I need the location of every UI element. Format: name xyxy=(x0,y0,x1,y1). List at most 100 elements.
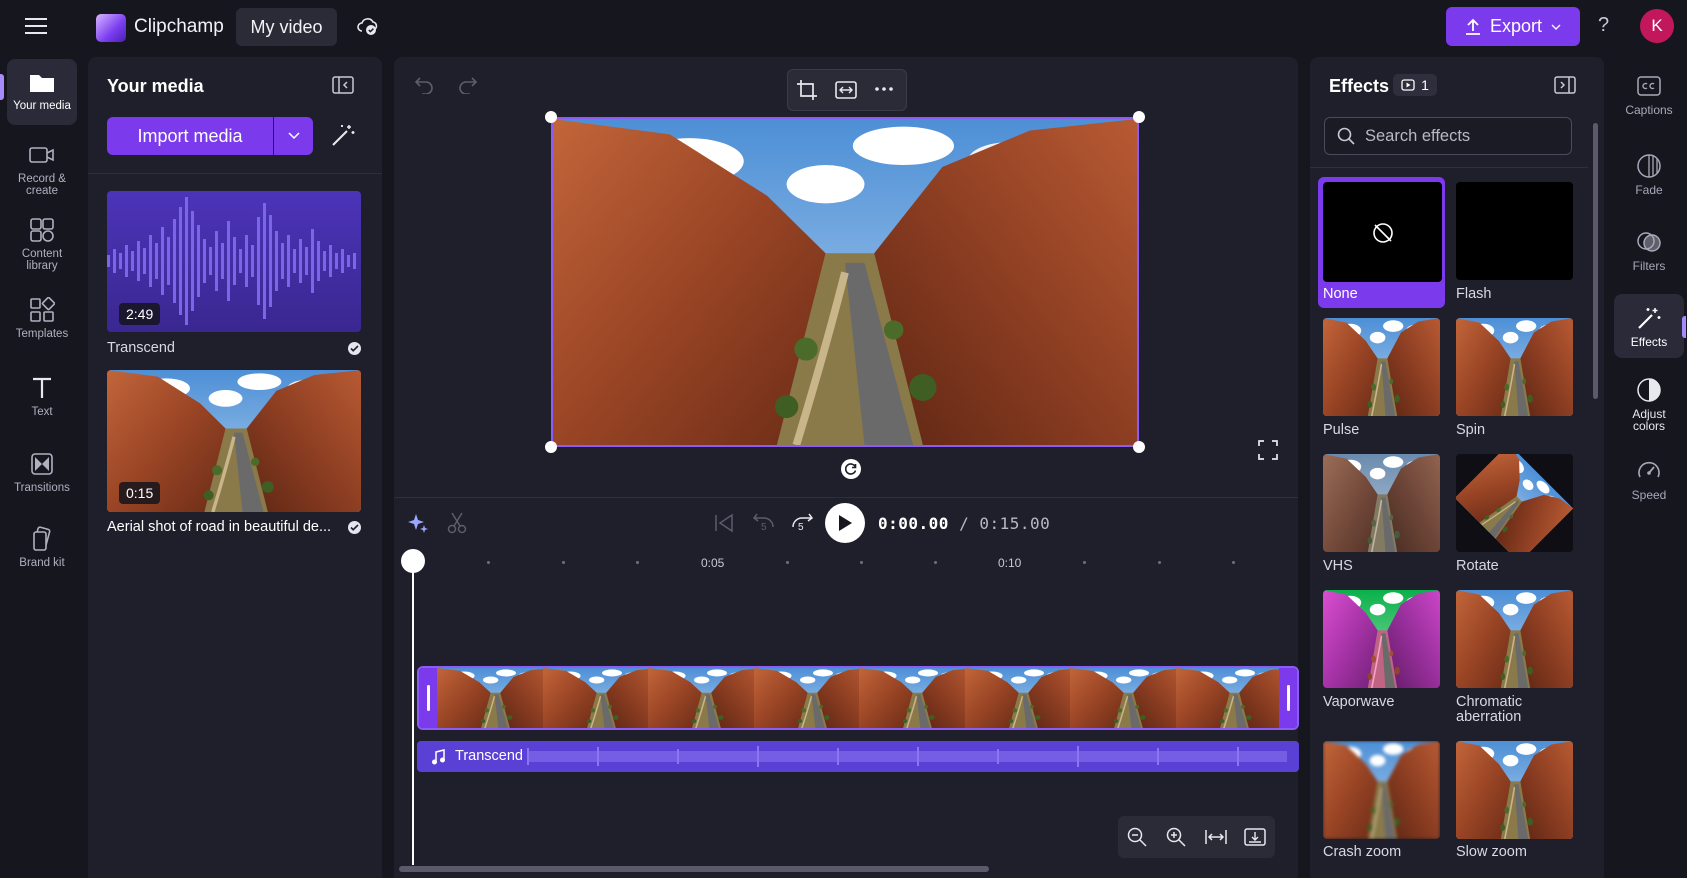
time-display: 0:00.00 / 0:15.00 xyxy=(878,514,1050,533)
rail-item-brand-kit[interactable]: Brand kit xyxy=(7,524,77,569)
magic-wand-icon xyxy=(1636,302,1662,334)
adjust-colors-icon xyxy=(1636,374,1662,406)
import-media-button[interactable]: Import media xyxy=(107,117,273,155)
rail-item-captions[interactable]: Captions xyxy=(1614,70,1684,116)
zoom-out-icon[interactable] xyxy=(1127,827,1147,847)
avatar[interactable]: K xyxy=(1640,9,1674,43)
playhead-line[interactable] xyxy=(412,555,414,865)
collapse-panel-icon[interactable] xyxy=(1554,76,1576,94)
rail-item-adjust-colors[interactable]: Adjust colors xyxy=(1614,374,1684,432)
rail-item-your-media[interactable]: Your media xyxy=(7,59,77,125)
cloud-saved-icon[interactable] xyxy=(356,14,380,38)
music-note-icon xyxy=(431,749,445,765)
video-preview[interactable] xyxy=(551,117,1139,447)
split-scissors-icon[interactable] xyxy=(447,512,467,534)
applied-effects-badge: 1 xyxy=(1393,74,1437,96)
skip-to-start-icon[interactable] xyxy=(714,513,734,533)
effect-card-slow-zoom[interactable] xyxy=(1456,741,1573,839)
rail-item-text[interactable]: Text xyxy=(7,373,77,418)
fit-icon[interactable] xyxy=(835,81,857,99)
no-effect-icon xyxy=(1372,222,1394,244)
audio-track-label: Transcend xyxy=(455,748,523,764)
rail-item-transitions[interactable]: Transitions xyxy=(7,449,77,494)
resize-handle-bottom-right[interactable] xyxy=(1133,441,1145,453)
rewind-seconds: 5 xyxy=(761,522,767,533)
ruler-tick xyxy=(1083,561,1086,564)
camera-icon xyxy=(29,140,55,170)
effect-card-rotate[interactable] xyxy=(1456,454,1573,552)
rail-label: Brand kit xyxy=(19,557,65,569)
zoom-in-icon[interactable] xyxy=(1166,827,1186,847)
magic-wand-icon[interactable] xyxy=(330,122,356,148)
effects-panel-title: Effects xyxy=(1329,76,1390,96)
undo-icon[interactable] xyxy=(414,76,434,94)
help-button[interactable]: ? xyxy=(1598,14,1609,37)
effect-label: Vaporwave xyxy=(1323,694,1395,710)
rotate-icon[interactable] xyxy=(840,458,862,480)
effect-card-spin[interactable] xyxy=(1456,318,1573,416)
fit-timeline-icon[interactable] xyxy=(1205,829,1227,845)
audio-track-clip[interactable] xyxy=(417,741,1299,772)
canyon-image xyxy=(1456,454,1573,552)
effect-label: VHS xyxy=(1323,558,1353,574)
folder-icon xyxy=(29,67,55,97)
rail-item-filters[interactable]: Filters xyxy=(1614,226,1684,272)
rail-item-effects[interactable]: Effects xyxy=(1614,294,1684,358)
play-button[interactable] xyxy=(825,503,865,543)
resize-handle-bottom-left[interactable] xyxy=(545,441,557,453)
playhead-handle[interactable] xyxy=(401,549,425,573)
video-track-clip[interactable] xyxy=(417,666,1299,730)
ruler-tick xyxy=(1158,561,1161,564)
rail-item-content-library[interactable]: Content library xyxy=(7,215,77,272)
media-item-name: Aerial shot of road in beautiful de... xyxy=(107,519,332,535)
fullscreen-icon[interactable] xyxy=(1258,440,1278,460)
chevron-down-icon xyxy=(287,132,300,140)
resize-handle-top-right[interactable] xyxy=(1133,111,1145,123)
canyon-image xyxy=(1323,741,1440,839)
effect-label: Chromatic aberration xyxy=(1456,694,1523,725)
rail-active-indicator xyxy=(1682,316,1686,338)
redo-icon[interactable] xyxy=(458,76,478,94)
rail-item-record-create[interactable]: Record & create xyxy=(7,140,77,197)
panel-divider xyxy=(88,173,382,174)
effects-scrollbar[interactable] xyxy=(1593,123,1598,399)
effect-card-none[interactable] xyxy=(1323,182,1442,282)
added-check-icon xyxy=(348,342,361,355)
trim-handle-right[interactable] xyxy=(1279,668,1297,728)
hamburger-menu-icon[interactable] xyxy=(25,16,49,36)
canyon-image xyxy=(553,119,1137,445)
content-library-icon xyxy=(29,215,55,245)
media-panel-title: Your media xyxy=(107,76,204,96)
more-options-icon[interactable] xyxy=(875,87,893,91)
ai-sparkle-icon[interactable] xyxy=(407,512,429,534)
effect-card-pulse[interactable] xyxy=(1323,318,1440,416)
crop-icon[interactable] xyxy=(796,79,818,101)
timeline-settings-icon[interactable] xyxy=(1244,828,1266,846)
rail-item-templates[interactable]: Templates xyxy=(7,295,77,340)
effect-label: Slow zoom xyxy=(1456,844,1527,860)
collapse-panel-icon[interactable] xyxy=(332,76,354,94)
effect-card-vaporwave[interactable] xyxy=(1323,590,1440,688)
brand-kit-icon xyxy=(30,524,54,554)
export-button[interactable]: Export xyxy=(1446,7,1580,46)
import-options-button[interactable] xyxy=(274,117,313,155)
effect-card-flash[interactable] xyxy=(1456,182,1573,280)
project-name-button[interactable]: My video xyxy=(236,8,337,46)
search-effects-field[interactable]: Search effects xyxy=(1324,117,1572,155)
duration-badge: 0:15 xyxy=(119,482,161,504)
effect-card-crash-zoom[interactable] xyxy=(1323,741,1440,839)
effect-card-chromatic-aberration[interactable] xyxy=(1456,590,1573,688)
rail-item-fade[interactable]: Fade xyxy=(1614,150,1684,196)
rail-label: Text xyxy=(31,406,53,418)
speedometer-icon xyxy=(1636,455,1662,487)
effect-card-vhs[interactable] xyxy=(1323,454,1440,552)
timeline-scrollbar[interactable] xyxy=(399,866,989,872)
rail-label: Speed xyxy=(1631,488,1667,502)
rail-label: Effects xyxy=(1630,335,1668,349)
rail-item-speed[interactable]: Speed xyxy=(1614,455,1684,501)
trim-handle-left[interactable] xyxy=(419,668,437,728)
ruler-tick xyxy=(934,561,937,564)
timeline-divider xyxy=(394,497,1298,498)
search-placeholder: Search effects xyxy=(1365,126,1471,145)
resize-handle-top-left[interactable] xyxy=(545,111,557,123)
